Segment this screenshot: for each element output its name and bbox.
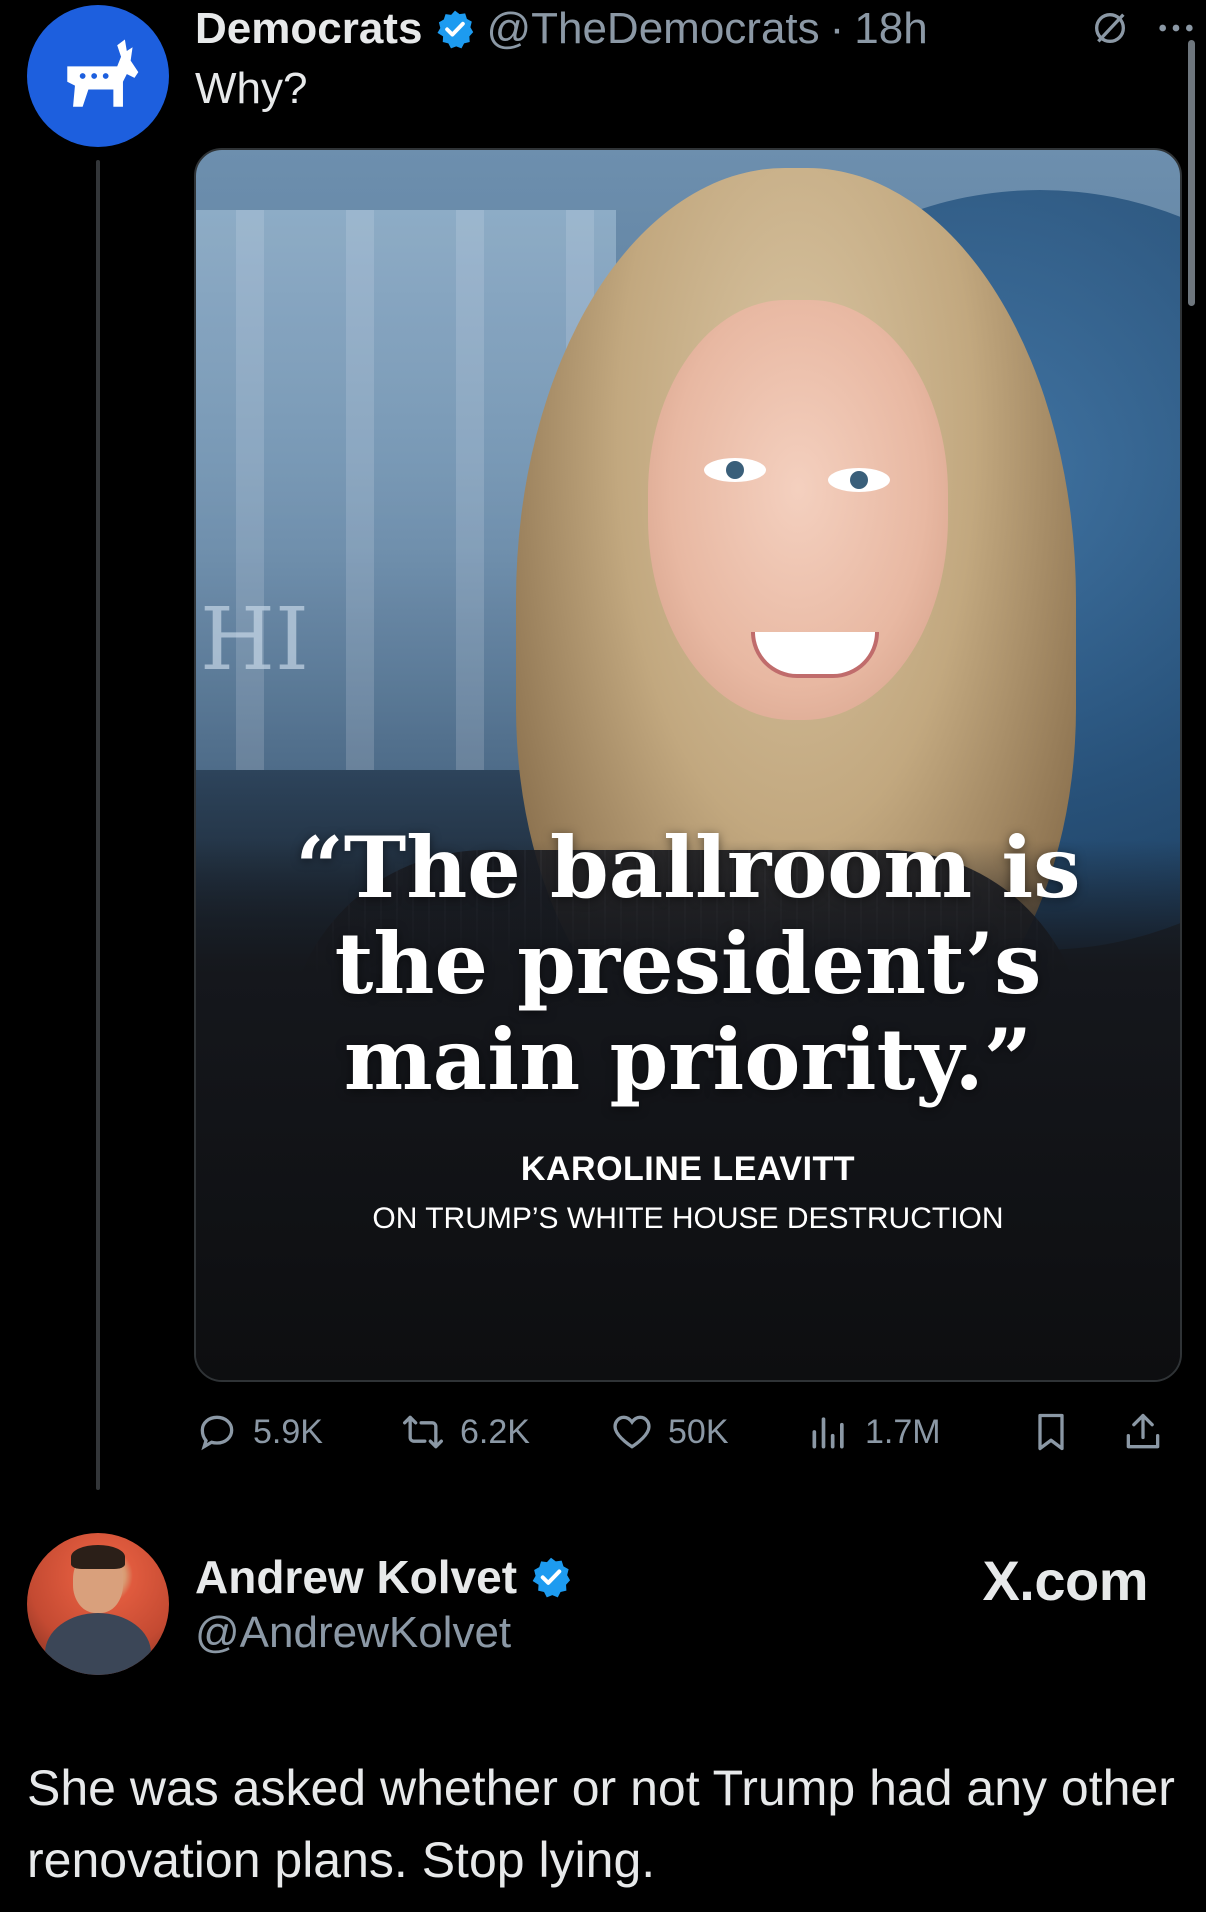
separator-dot: · [829, 4, 845, 53]
kolvet-avatar[interactable] [27, 1533, 169, 1675]
thread-connector-line [96, 160, 100, 1490]
reply-icon [200, 1415, 234, 1451]
portrait-right-eye [828, 468, 890, 492]
source-watermark: X.com [982, 1549, 1148, 1612]
reply-author-name-row: Andrew Kolvet [195, 1550, 583, 1604]
view-count: 1.7M [865, 1412, 941, 1451]
author-name[interactable]: Democrats [195, 4, 422, 54]
grok-icon[interactable] [1090, 8, 1130, 53]
heart-icon [613, 1415, 651, 1449]
donkey-logo-icon [67, 39, 139, 107]
verified-badge-icon [532, 1557, 571, 1598]
background-sign-text: HI [200, 590, 309, 690]
header-actions [1090, 8, 1196, 53]
bookmark-button[interactable] [1029, 1400, 1073, 1464]
portrait-left-eye [704, 458, 766, 482]
quote-attribution-subtitle: ON TRUMP’S WHITE HOUSE DESTRUCTION [372, 1202, 1004, 1235]
tweet-action-bar: 5.9K 6.2K 50K 1.7M [195, 1400, 1185, 1464]
tweet-text: Why? [195, 64, 308, 113]
like-count: 50K [668, 1412, 729, 1451]
share-icon [1126, 1413, 1160, 1449]
quote-attribution-name: KAROLINE LEAVITT [520, 1150, 856, 1188]
bookmark-icon [1038, 1413, 1064, 1451]
tweet-header: Democrats @TheDemocrats · 18h [195, 0, 1185, 58]
scrollbar[interactable] [1188, 40, 1195, 306]
analytics-icon [812, 1417, 844, 1449]
image-quote: “The ballroom is the president’s main pr… [295, 818, 1081, 1109]
timestamp[interactable]: 18h [854, 4, 927, 54]
reply-count: 5.9K [253, 1412, 323, 1451]
repost-count: 6.2K [460, 1412, 530, 1451]
verified-badge-icon [437, 10, 474, 49]
reply-author-name[interactable]: Andrew Kolvet [195, 1550, 517, 1604]
share-button[interactable] [1121, 1400, 1165, 1464]
like-button[interactable]: 50K [610, 1400, 729, 1464]
reply-button[interactable]: 5.9K [195, 1400, 323, 1464]
democrats-avatar[interactable] [27, 5, 169, 147]
views-button[interactable]: 1.7M [807, 1400, 941, 1464]
reply-author-handle[interactable]: @AndrewKolvet [195, 1608, 511, 1658]
author-handle[interactable]: @TheDemocrats [486, 4, 819, 54]
repost-button[interactable]: 6.2K [400, 1400, 530, 1464]
reply-text: She was asked whether or not Trump had a… [27, 1760, 1175, 1888]
repost-icon [403, 1415, 443, 1449]
tweet-media-image[interactable]: HI “The ballroom is the president’s main… [194, 148, 1182, 1382]
